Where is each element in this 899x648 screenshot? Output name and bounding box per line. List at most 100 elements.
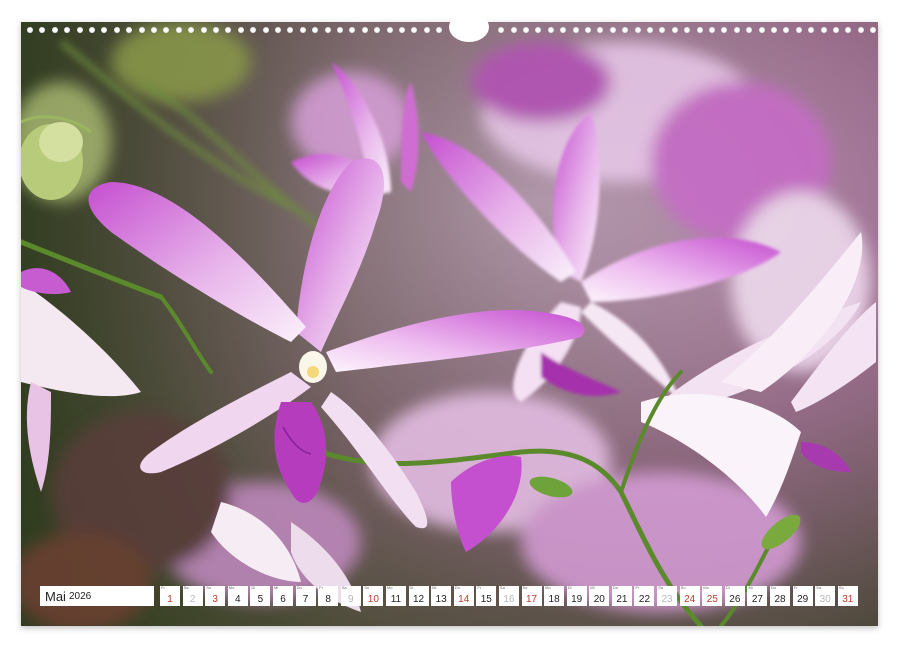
binding-hole xyxy=(101,27,107,33)
binding-hole xyxy=(362,27,368,33)
binding-hole xyxy=(845,27,851,33)
day-cell: Do28 xyxy=(770,586,790,606)
day-cell: Fr 15 xyxy=(476,586,496,606)
day-abbr: Fr xyxy=(161,586,165,590)
day-cell: Mi13 xyxy=(431,586,451,606)
month-year: 2026 xyxy=(69,591,91,602)
day-abbr: Di xyxy=(568,586,572,590)
binding-hole xyxy=(796,27,802,33)
day-number: 3 xyxy=(205,594,225,605)
day-abbr: Mi xyxy=(748,586,752,590)
day-number: 15 xyxy=(476,594,496,605)
day-number: 17 xyxy=(522,594,542,605)
day-abbr: Mo xyxy=(229,586,235,590)
day-number: 23 xyxy=(657,594,677,605)
day-abbr: Fr xyxy=(319,586,323,590)
binding-hole xyxy=(27,27,33,33)
day-cell: Fr22 xyxy=(634,586,654,606)
day-abbr: Sa xyxy=(816,586,821,590)
day-abbr: So xyxy=(839,586,844,590)
binding-hole xyxy=(746,27,752,33)
binding-hole xyxy=(597,27,603,33)
binding-hole xyxy=(808,27,814,33)
binding-hole xyxy=(759,27,765,33)
day-number: 7 xyxy=(296,594,316,605)
binding-hole xyxy=(213,27,219,33)
binding-hole xyxy=(151,27,157,33)
binding-hole xyxy=(783,27,789,33)
day-number: 13 xyxy=(431,594,451,605)
day-abbr: Do xyxy=(455,586,460,590)
day-cell: Sa16 xyxy=(499,586,519,606)
binding-hole xyxy=(64,27,70,33)
day-cell: Do7 xyxy=(296,586,316,606)
day-number: 25 xyxy=(702,594,722,605)
day-cell: Di 19 xyxy=(567,586,587,606)
binding-hole xyxy=(325,27,331,33)
day-cell: Sa 30 xyxy=(815,586,835,606)
day-abbr: Sa xyxy=(658,586,663,590)
binding-hole xyxy=(697,27,703,33)
binding-hole xyxy=(573,27,579,33)
day-abbr: So xyxy=(681,586,686,590)
day-abbr: Mi xyxy=(274,586,278,590)
binding-hole xyxy=(250,27,256,33)
day-cell: Sa 9 xyxy=(341,586,361,606)
day-number: 21 xyxy=(612,594,632,605)
binding-hole xyxy=(89,27,95,33)
binding-hole xyxy=(374,27,380,33)
day-cell: Mi 20 xyxy=(589,586,609,606)
day-number: 31 xyxy=(838,594,858,605)
day-abbr: Fr xyxy=(794,586,798,590)
day-cell: Mo25 xyxy=(702,586,722,606)
binding-hole xyxy=(659,27,665,33)
binding-hole xyxy=(39,27,45,33)
binding-hole xyxy=(511,27,517,33)
binding-hole xyxy=(498,27,504,33)
day-abbr: Mi xyxy=(590,586,594,590)
binding-hole xyxy=(585,27,591,33)
binding-hole xyxy=(647,27,653,33)
day-number: 26 xyxy=(725,594,745,605)
day-number: 14 xyxy=(454,594,474,605)
binding-hole xyxy=(424,27,430,33)
day-number: 24 xyxy=(680,594,700,605)
day-number: 19 xyxy=(567,594,587,605)
day-number: 5 xyxy=(250,594,270,605)
day-cell: Sa 23 xyxy=(657,586,677,606)
day-cell: Di 12 xyxy=(409,586,429,606)
day-abbr: Fr xyxy=(477,586,481,590)
day-abbr: Sa xyxy=(184,586,189,590)
binding-hole xyxy=(275,27,281,33)
binding-hole xyxy=(337,27,343,33)
day-number: 29 xyxy=(793,594,813,605)
day-cell: Di5 xyxy=(250,586,270,606)
binding-hole xyxy=(312,27,318,33)
day-number: 6 xyxy=(273,594,293,605)
binding-hole xyxy=(225,27,231,33)
orchid-photo xyxy=(21,22,878,626)
day-number: 9 xyxy=(341,594,361,605)
day-abbr: Sa xyxy=(342,586,347,590)
day-number: 12 xyxy=(409,594,429,605)
day-cell: Do 14 xyxy=(454,586,474,606)
binding-hole xyxy=(399,27,405,33)
day-number: 30 xyxy=(815,594,835,605)
day-cell: So3 xyxy=(205,586,225,606)
binding-hole xyxy=(287,27,293,33)
binding-hole xyxy=(684,27,690,33)
day-cell: Mo4 xyxy=(228,586,248,606)
binding-hole xyxy=(672,27,678,33)
day-number: 20 xyxy=(589,594,609,605)
day-abbr: Di xyxy=(726,586,730,590)
day-abbr: Di xyxy=(410,586,414,590)
day-number: 27 xyxy=(747,594,767,605)
day-abbr: Sa xyxy=(500,586,505,590)
binding-hole xyxy=(238,27,244,33)
month-label: Mai 2026 xyxy=(40,586,154,606)
day-abbr: Mo xyxy=(545,586,551,590)
binding-hole xyxy=(548,27,554,33)
binding-hole xyxy=(535,27,541,33)
day-number: 8 xyxy=(318,594,338,605)
binding-hole xyxy=(771,27,777,33)
